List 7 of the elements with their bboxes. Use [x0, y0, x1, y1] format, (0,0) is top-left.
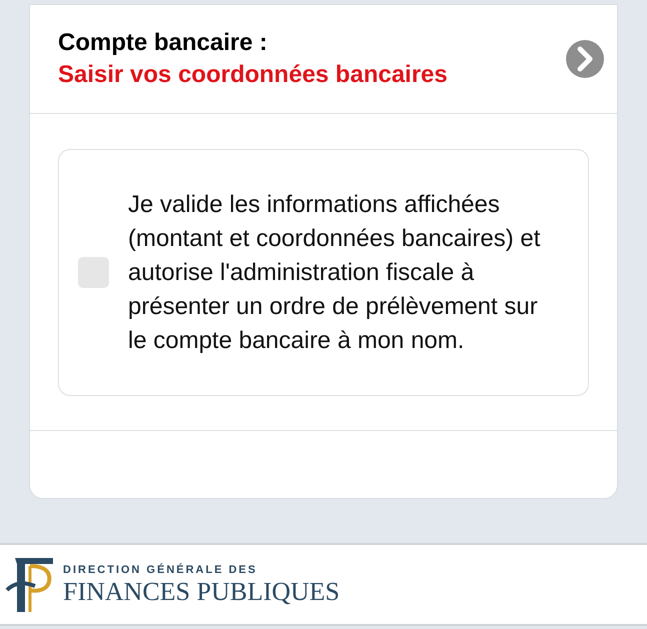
- account-label: Compte bancaire :: [58, 28, 268, 58]
- logo-title: FINANCES PUBLIQUES: [63, 576, 340, 606]
- chevron-right-icon[interactable]: [565, 39, 605, 79]
- consent-text: Je valide les informations affichées (montant et coordonnées bancaires) et autorise l'administration fiscale à présenter un ordre de prélèvement sur le compte bancaire à mon nom.: [128, 190, 542, 356]
- bank-details-link[interactable]: Saisir vos coordonnées bancaires: [58, 59, 565, 91]
- logo-subtitle: DIRECTION GÉNÉRALE DES: [63, 562, 258, 576]
- consent-checkbox[interactable]: [78, 257, 109, 288]
